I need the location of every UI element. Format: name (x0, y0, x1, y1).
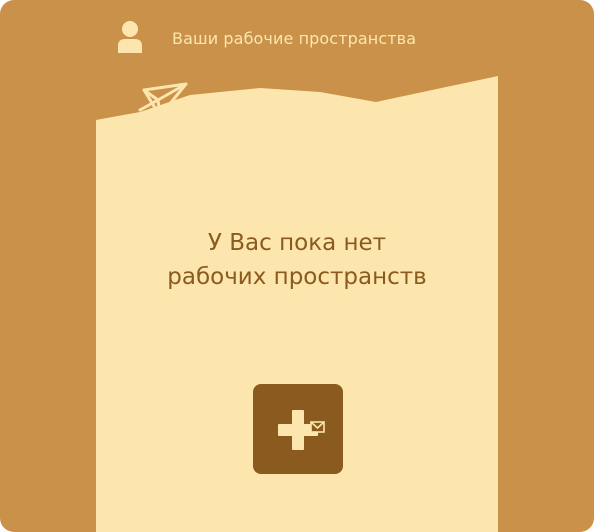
header: Ваши рабочие пространства (0, 0, 594, 80)
empty-state-line-2: рабочих пространств (167, 264, 427, 290)
workspaces-window: Ваши рабочие пространства У Вас пока нет… (0, 0, 594, 532)
empty-state-message: У Вас пока нет рабочих пространств (96, 226, 498, 294)
plus-envelope-icon (278, 410, 325, 450)
paper-plane-icon (138, 82, 188, 118)
page-title: Ваши рабочие пространства (172, 29, 417, 48)
user-icon[interactable] (116, 19, 144, 53)
add-workspace-button[interactable] (253, 384, 343, 474)
empty-state-line-1: У Вас пока нет (207, 230, 387, 256)
